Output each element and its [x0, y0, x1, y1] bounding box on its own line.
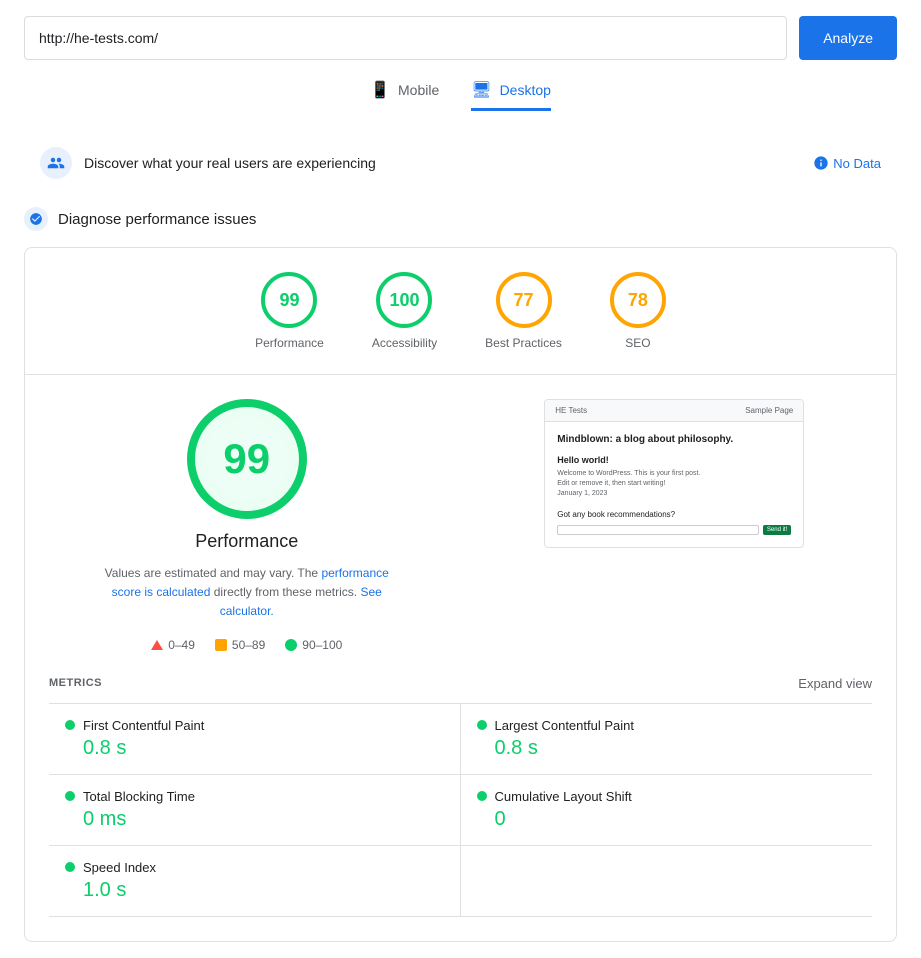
metrics-row-1: First Contentful Paint 0.8 s Largest Con…: [49, 704, 872, 775]
metric-name-tbt: Total Blocking Time: [83, 789, 195, 804]
metric-name-fcp: First Contentful Paint: [83, 718, 204, 733]
scores-row: 99 Performance 100 Accessibility 77 Best…: [49, 272, 872, 350]
legend-red: 0–49: [151, 638, 195, 652]
metrics-grid: First Contentful Paint 0.8 s Largest Con…: [49, 703, 872, 917]
diagnose-header: Diagnose performance issues: [24, 207, 897, 231]
info-banner: Discover what your real users are experi…: [24, 135, 897, 191]
metric-dot-lcp: [477, 720, 487, 730]
metric-dot-fcp: [65, 720, 75, 730]
desktop-icon: 🖥: [471, 80, 491, 100]
tab-mobile[interactable]: 📱 Mobile: [370, 80, 439, 111]
score-label-best-practices: Best Practices: [485, 336, 562, 350]
legend-row: 0–49 50–89 90–100: [151, 638, 342, 652]
url-input[interactable]: [24, 16, 787, 60]
metrics-header: METRICS Expand view: [49, 676, 872, 691]
score-accessibility: 100 Accessibility: [372, 272, 437, 350]
metric-name-si: Speed Index: [83, 860, 156, 875]
preview-body: Mindblown: a blog about philosophy. Hell…: [545, 422, 803, 547]
main-content: 99 Performance Values are estimated and …: [49, 399, 872, 652]
scores-card: 99 Performance 100 Accessibility 77 Best…: [24, 247, 897, 942]
score-label-performance: Performance: [255, 336, 324, 350]
tab-mobile-label: Mobile: [398, 82, 439, 98]
metric-dot-tbt: [65, 791, 75, 801]
perf-title: Performance: [195, 531, 298, 552]
divider: [25, 374, 896, 375]
info-banner-text: Discover what your real users are experi…: [84, 155, 376, 171]
preview-subtitle: Hello world!: [557, 455, 791, 465]
metric-dot-si: [65, 862, 75, 872]
diagnose-title: Diagnose performance issues: [58, 211, 256, 228]
score-label-accessibility: Accessibility: [372, 336, 437, 350]
metric-fcp: First Contentful Paint 0.8 s: [49, 704, 461, 774]
metric-tbt: Total Blocking Time 0 ms: [49, 775, 461, 845]
expand-view-button[interactable]: Expand view: [798, 676, 872, 691]
metric-lcp: Largest Contentful Paint 0.8 s: [461, 704, 873, 774]
score-best-practices: 77 Best Practices: [485, 272, 562, 350]
preview-screenshot: HE Tests Sample Page Mindblown: a blog a…: [544, 399, 804, 548]
metric-value-si: 1.0 s: [65, 879, 444, 902]
perf-description: Values are estimated and may vary. The p…: [97, 564, 397, 622]
right-panel: HE Tests Sample Page Mindblown: a blog a…: [477, 399, 873, 652]
preview-text: Welcome to WordPress. This is your first…: [557, 469, 791, 498]
info-banner-left: Discover what your real users are experi…: [40, 147, 376, 179]
no-data-link[interactable]: No Data: [813, 155, 881, 171]
metrics-title: METRICS: [49, 677, 102, 689]
legend-orange: 50–89: [215, 638, 265, 652]
metric-dot-cls: [477, 791, 487, 801]
info-icon: [813, 155, 829, 171]
legend-green: 90–100: [285, 638, 342, 652]
metric-empty: [461, 846, 873, 916]
metric-value-fcp: 0.8 s: [65, 737, 444, 760]
metric-value-lcp: 0.8 s: [477, 737, 857, 760]
preview-title: Mindblown: a blog about philosophy.: [557, 434, 791, 445]
metric-name-cls: Cumulative Layout Shift: [495, 789, 632, 804]
score-circle-performance: 99: [261, 272, 317, 328]
metric-cls: Cumulative Layout Shift 0: [461, 775, 873, 845]
score-performance: 99 Performance: [255, 272, 324, 350]
mobile-icon: 📱: [370, 80, 390, 100]
url-bar-row: Analyze: [24, 16, 897, 60]
legend-triangle-icon: [151, 640, 163, 650]
page-container: Analyze 📱 Mobile 🖥 Desktop Discover what…: [0, 0, 921, 958]
metric-value-cls: 0: [477, 808, 857, 831]
large-score-circle: 99: [187, 399, 307, 519]
preview-header: HE Tests Sample Page: [545, 400, 803, 422]
analyze-button[interactable]: Analyze: [799, 16, 897, 60]
legend-circle-icon: [285, 639, 297, 651]
metrics-row-2: Total Blocking Time 0 ms Cumulative Layo…: [49, 775, 872, 846]
diagnose-icon: [24, 207, 48, 231]
score-label-seo: SEO: [625, 336, 650, 350]
preview-input-row: Send it!: [557, 525, 791, 535]
tabs-row: 📱 Mobile 🖥 Desktop: [24, 80, 897, 111]
preview-submit-btn: Send it!: [763, 525, 791, 535]
metrics-section: METRICS Expand view First Contentful Pai…: [49, 676, 872, 917]
legend-square-icon: [215, 639, 227, 651]
score-circle-best-practices: 77: [496, 272, 552, 328]
people-icon: [40, 147, 72, 179]
metric-name-lcp: Largest Contentful Paint: [495, 718, 634, 733]
metrics-row-3: Speed Index 1.0 s: [49, 846, 872, 917]
left-panel: 99 Performance Values are estimated and …: [49, 399, 445, 652]
no-data-label: No Data: [833, 156, 881, 171]
score-seo: 78 SEO: [610, 272, 666, 350]
tab-desktop-label: Desktop: [500, 82, 551, 98]
metric-value-tbt: 0 ms: [65, 808, 444, 831]
score-circle-accessibility: 100: [376, 272, 432, 328]
preview-question: Got any book recommendations?: [557, 510, 791, 519]
preview-input-field: [557, 525, 759, 535]
score-circle-seo: 78: [610, 272, 666, 328]
metric-si: Speed Index 1.0 s: [49, 846, 461, 916]
tab-desktop[interactable]: 🖥 Desktop: [471, 80, 551, 111]
